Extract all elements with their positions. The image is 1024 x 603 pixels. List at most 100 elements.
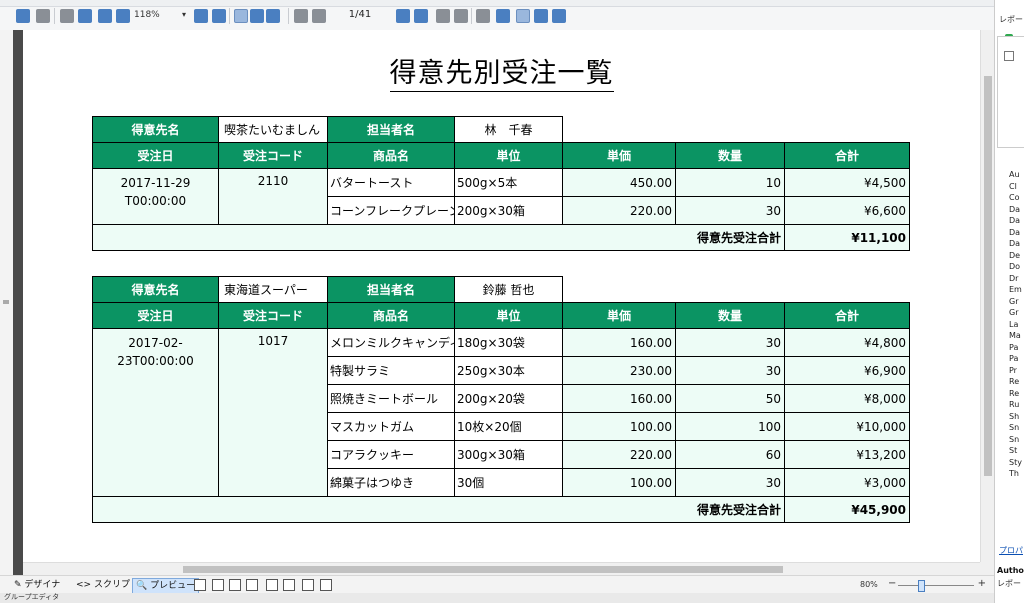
zoom-select[interactable]: 118% ▾: [134, 10, 186, 22]
page-indicator[interactable]: 1/41: [330, 9, 390, 23]
property-item[interactable]: Th: [1009, 469, 1019, 478]
continuous-icon[interactable]: [250, 9, 264, 23]
select-tool-icon[interactable]: [534, 9, 548, 23]
first-page-icon[interactable]: [294, 9, 308, 23]
property-item[interactable]: Re: [1009, 377, 1019, 386]
forward-icon[interactable]: [454, 9, 468, 23]
property-item[interactable]: Cl: [1009, 182, 1017, 191]
property-item[interactable]: Pa: [1009, 343, 1018, 352]
hand-tool-icon[interactable]: [516, 9, 530, 23]
property-item[interactable]: Gr: [1009, 297, 1019, 306]
group-editor-label: グループエディタ: [4, 593, 60, 601]
group-total-value: ¥11,100: [784, 224, 910, 251]
properties-panel: レポート Au Cl Co Da Da Da Da De Do Dr Em Gr Gr La Ma Pa Pa P…: [994, 0, 1024, 603]
tab-design[interactable]: ✎ デザイナ: [14, 578, 60, 592]
slider-knob[interactable]: [918, 580, 925, 592]
property-item[interactable]: Da: [1009, 239, 1020, 248]
find-icon[interactable]: [78, 9, 92, 23]
previous-page-icon[interactable]: [312, 9, 326, 23]
column-header-order-date: 受注日: [92, 142, 219, 169]
property-item[interactable]: Co: [1009, 193, 1019, 202]
property-item[interactable]: Da: [1009, 205, 1020, 214]
next-page-icon[interactable]: [396, 9, 410, 23]
print-icon[interactable]: [36, 9, 50, 23]
property-item[interactable]: Au: [1009, 170, 1020, 179]
author-label: Autho: [997, 566, 1024, 575]
pointer-icon[interactable]: [302, 579, 314, 591]
property-item[interactable]: Dr: [1009, 274, 1018, 283]
box-icon[interactable]: [212, 579, 224, 591]
property-item[interactable]: Ma: [1009, 331, 1021, 340]
last-page-icon[interactable]: [414, 9, 428, 23]
multi-page-icon[interactable]: [266, 9, 280, 23]
property-item[interactable]: Re: [1009, 389, 1019, 398]
property-item[interactable]: Ru: [1009, 400, 1019, 409]
unit: 200g×30箱: [454, 196, 563, 225]
unit-price: 220.00: [562, 196, 676, 225]
stop-icon[interactable]: [476, 9, 490, 23]
tab-script[interactable]: <> スクリプト: [76, 578, 139, 592]
zoom-slider[interactable]: − +: [888, 578, 986, 592]
product-name: コアラクッキー: [327, 440, 455, 469]
fit-width-icon[interactable]: [194, 9, 208, 23]
order-date: 2017-02- 23T00:00:00: [92, 328, 219, 497]
property-item[interactable]: Gr: [1009, 308, 1019, 317]
tab-preview[interactable]: 🔍 プレビュー: [132, 578, 200, 594]
table-icon[interactable]: [246, 579, 258, 591]
property-item[interactable]: Pr: [1009, 366, 1017, 375]
align-icon[interactable]: [283, 579, 295, 591]
line-total: ¥6,600: [784, 196, 910, 225]
property-item[interactable]: Da: [1009, 228, 1020, 237]
product-name: 綿菓子はつゆき: [327, 468, 455, 497]
unit-price: 160.00: [562, 384, 676, 413]
horizontal-scrollbar[interactable]: [23, 562, 980, 576]
copy-icon[interactable]: [60, 9, 74, 23]
quantity: 30: [675, 468, 785, 497]
property-item[interactable]: Do: [1009, 262, 1020, 271]
group-total-label: 得意先受注合計: [92, 496, 785, 523]
ruler-icon[interactable]: [266, 579, 278, 591]
property-item[interactable]: Em: [1009, 285, 1022, 294]
property-list[interactable]: Au Cl Co Da Da Da Da De Do Dr Em Gr Gr La Ma Pa Pa Pr Re Re…: [995, 170, 1024, 480]
property-item[interactable]: Sn: [1009, 435, 1019, 444]
report-tree[interactable]: [997, 36, 1024, 148]
quantity: 50: [675, 384, 785, 413]
group-total-label: 得意先受注合計: [92, 224, 785, 251]
column-header-price: 単価: [562, 302, 676, 329]
person-header: 担当者名: [327, 116, 455, 143]
page-setup-icon[interactable]: [16, 9, 30, 23]
back-icon[interactable]: [436, 9, 450, 23]
column-header-total: 合計: [784, 302, 910, 329]
zoom-out-icon[interactable]: [116, 9, 130, 23]
product-name: メロンミルクキャンディー: [327, 328, 455, 357]
single-page-icon[interactable]: [234, 9, 248, 23]
zoom-plus-icon[interactable]: +: [978, 578, 986, 589]
property-item[interactable]: Sh: [1009, 412, 1019, 421]
property-item[interactable]: Da: [1009, 216, 1020, 225]
hand-icon[interactable]: [320, 579, 332, 591]
property-item[interactable]: Sn: [1009, 423, 1019, 432]
refresh-icon[interactable]: [496, 9, 510, 23]
grid-icon[interactable]: [229, 579, 241, 591]
property-item[interactable]: La: [1009, 320, 1018, 329]
fit-page-icon[interactable]: [212, 9, 226, 23]
column-header-qty: 数量: [675, 302, 785, 329]
property-item[interactable]: Pa: [1009, 354, 1018, 363]
zoom-minus-icon[interactable]: −: [888, 578, 896, 589]
quantity: 10: [675, 168, 785, 197]
scroll-thumb[interactable]: [984, 76, 992, 476]
property-item[interactable]: St: [1009, 446, 1017, 455]
unit: 10枚×20個: [454, 412, 563, 441]
properties-link[interactable]: プロパ: [999, 545, 1023, 556]
scroll-thumb[interactable]: [183, 566, 783, 573]
property-item[interactable]: Sty: [1009, 458, 1022, 467]
order-date-line1: 2017-02-: [128, 336, 183, 350]
snapshot-icon[interactable]: [552, 9, 566, 23]
layout-icon[interactable]: [194, 579, 206, 591]
vertical-scrollbar[interactable]: [980, 30, 995, 562]
tab-design-label: デザイナ: [24, 580, 61, 590]
property-item[interactable]: De: [1009, 251, 1020, 260]
zoom-in-icon[interactable]: [98, 9, 112, 23]
tree-node-icon[interactable]: [1004, 51, 1014, 61]
product-name: バタートースト: [327, 168, 455, 197]
